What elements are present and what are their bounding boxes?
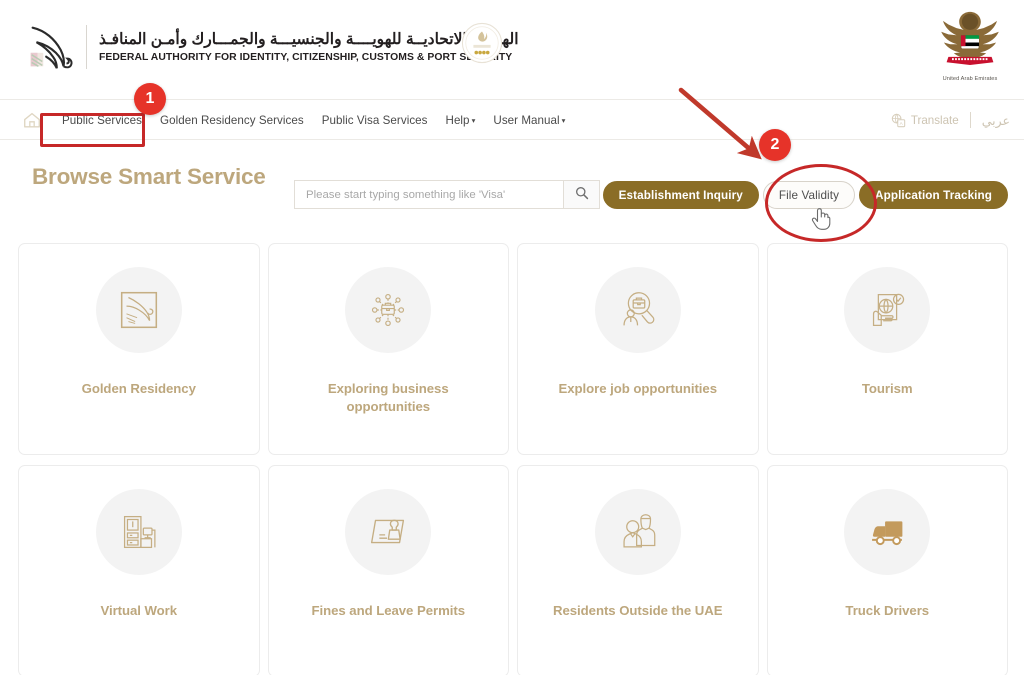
pill-file-validity[interactable]: File Validity — [762, 181, 856, 209]
job-search-person-icon — [594, 267, 681, 353]
nav-item-golden-residency-services[interactable]: Golden Residency Services — [151, 108, 313, 133]
golden-residency-falcon-frame-icon — [95, 267, 182, 353]
uae-emblem: United Arab Emirates — [930, 6, 1010, 82]
uae-emblem-icon — [934, 11, 1006, 74]
government-seal-icon — [461, 22, 503, 64]
nav-item-label: Public Visa Services — [321, 113, 428, 127]
chevron-down-icon: ▾ — [561, 115, 566, 125]
service-card-virtual-work[interactable]: Virtual Work — [18, 465, 260, 675]
service-card-label: Tourism — [861, 381, 913, 396]
chevron-down-icon: ▾ — [471, 115, 476, 125]
nav-links: Public Services Golden Residency Service… — [22, 100, 575, 140]
brand-arabic-title: الهيئـــة الاتحاديــة للهويــــة والجنسي… — [99, 30, 519, 48]
site-header: الهيئـــة الاتحاديــة للهويــــة والجنسي… — [0, 0, 1024, 100]
brand-divider — [86, 25, 87, 69]
translate-icon: A — [891, 113, 906, 128]
document-stamp-icon — [345, 489, 432, 575]
service-card-label: Fines and Leave Permits — [311, 603, 465, 618]
service-card-label: Virtual Work — [100, 603, 178, 618]
business-network-briefcase-icon — [345, 267, 432, 353]
pill-establishment-inquiry[interactable]: Establishment Inquiry — [602, 181, 759, 209]
nav-separator — [969, 112, 971, 128]
home-office-desk-icon — [95, 489, 182, 575]
service-card-label: Exploring business opportunities — [327, 381, 449, 414]
search-button[interactable] — [563, 181, 599, 208]
nav-item-label: Help — [445, 113, 470, 127]
brand-lockup: الهيئـــة الاتحاديــة للهويــــة والجنسي… — [22, 18, 519, 76]
passport-globe-hand-icon — [844, 267, 931, 353]
service-card-label: Explore job opportunities — [558, 381, 718, 396]
page-title: Browse Smart Service — [32, 164, 266, 189]
search-input[interactable] — [295, 181, 563, 208]
search-bar — [294, 180, 600, 209]
delivery-truck-icon — [844, 489, 931, 575]
nav-item-user-manual[interactable]: User Manual ▾ — [484, 108, 574, 133]
nav-item-label: Public Services — [62, 113, 143, 127]
services-grid: Golden Residency Exploring business oppo… — [18, 243, 1008, 675]
nav-item-public-visa-services[interactable]: Public Visa Services — [313, 108, 437, 133]
emblem-caption: United Arab Emirates — [942, 76, 998, 82]
service-card-golden-residency[interactable]: Golden Residency — [18, 243, 260, 455]
nav-item-label: User Manual — [493, 113, 560, 127]
brand-english-title: FEDERAL AUTHORITY FOR IDENTITY, CITIZENS… — [99, 51, 513, 63]
nav-utilities: A Translate عربي — [891, 100, 1010, 140]
service-card-explore-job-opportunities[interactable]: Explore job opportunities — [517, 243, 759, 455]
translate-label: Translate — [910, 113, 959, 127]
translate-button[interactable]: A Translate — [891, 113, 959, 128]
service-card-exploring-business-opportunities[interactable]: Exploring business opportunities — [267, 243, 509, 455]
nav-item-label: Golden Residency Services — [160, 113, 304, 127]
falcon-logo-icon — [22, 18, 80, 76]
service-card-fines-and-leave-permits[interactable]: Fines and Leave Permits — [267, 465, 509, 675]
service-card-residents-outside-the-uae[interactable]: Residents Outside the UAE — [517, 465, 759, 675]
pill-application-tracking[interactable]: Application Tracking — [859, 181, 1008, 209]
nav-item-public-services[interactable]: Public Services — [53, 108, 151, 133]
service-card-label: Truck Drivers — [845, 603, 930, 618]
search-icon — [575, 186, 589, 203]
service-card-label: Golden Residency — [81, 381, 196, 396]
brand-text: الهيئـــة الاتحاديــة للهويــــة والجنسي… — [99, 30, 519, 65]
home-icon[interactable] — [22, 110, 42, 130]
arabic-language-link[interactable]: عربي — [982, 113, 1010, 128]
service-card-tourism[interactable]: Tourism — [766, 243, 1008, 455]
two-people-icon — [594, 489, 681, 575]
main-navbar: Public Services Golden Residency Service… — [0, 100, 1024, 140]
service-card-truck-drivers[interactable]: Truck Drivers — [766, 465, 1008, 675]
service-card-label: Residents Outside the UAE — [553, 603, 723, 618]
quick-action-pills: Establishment Inquiry File Validity Appl… — [602, 181, 1008, 209]
page-root: الهيئـــة الاتحاديــة للهويــــة والجنسي… — [0, 0, 1024, 675]
nav-item-help[interactable]: Help ▾ — [437, 108, 485, 133]
